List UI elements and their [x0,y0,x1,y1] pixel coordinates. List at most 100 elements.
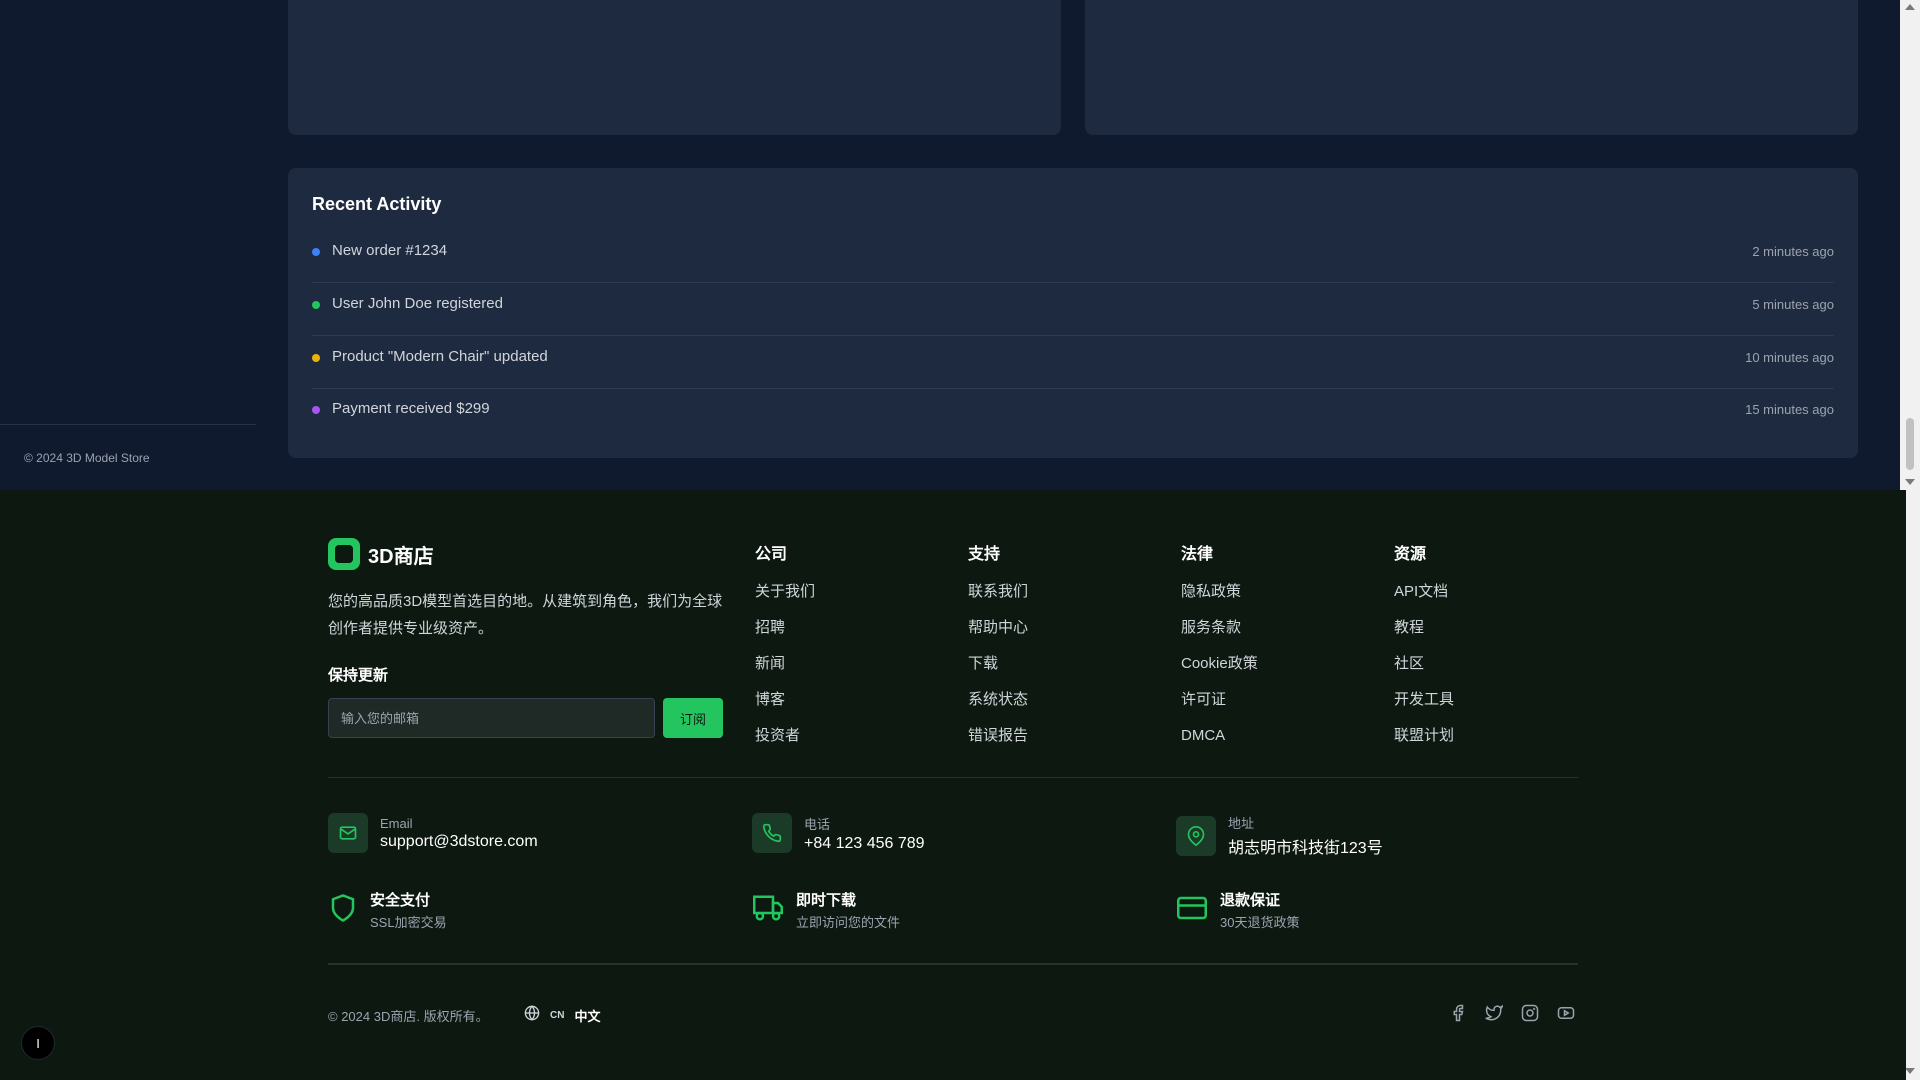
footer-divider [328,777,1578,778]
footer-link[interactable]: 联盟计划 [1394,726,1454,762]
footer-link[interactable]: 新闻 [755,654,815,690]
activity-time: 5 minutes ago [1752,297,1834,312]
footer-brand[interactable]: 3D商店 [328,538,434,570]
footer-column-legal: 法律 隐私政策 服务条款 Cookie政策 许可证 DMCA [1181,540,1258,762]
language-name: 中文 [574,1009,601,1024]
feature-instant-download: 即时下载 立即访问您的文件 [752,889,900,931]
footer-link[interactable]: 博客 [755,690,815,726]
status-dot [312,406,320,414]
footer-link[interactable]: 招聘 [755,618,815,654]
footer-link[interactable]: 下载 [968,654,1028,690]
feature-refund-guarantee: 退款保证 30天退货政策 [1176,889,1299,931]
brand-description: 您的高品质3D模型首选目的地。从建筑到角色，我们为全球创作者提供专业级资产。 [328,593,723,637]
globe-icon [524,1005,540,1026]
newsletter-email-input[interactable] [328,698,655,738]
feature-title: 安全支付 [370,892,431,909]
credit-card-icon [1176,893,1208,928]
subscribe-button[interactable]: 订阅 [663,698,723,738]
footer-link[interactable]: 许可证 [1181,690,1258,726]
newsletter-title: 保持更新 [328,667,389,684]
sidebar-divider [0,424,256,425]
dashboard-area: © 2024 3D Model Store Recent Activity Ne… [0,0,1900,490]
footer-link[interactable]: 帮助中心 [968,618,1028,654]
feature-subtitle: SSL加密交易 [370,915,447,930]
contact-label: 地址 [1228,816,1255,831]
sidebar: © 2024 3D Model Store [0,0,256,490]
contact-label: Email [380,815,413,831]
activity-text: Payment received $299 [332,400,490,417]
activity-item[interactable]: Payment received $299 15 minutes ago [312,388,1834,441]
activity-item[interactable]: New order #1234 2 minutes ago [312,230,1834,283]
footer-column-company: 公司 关于我们 招聘 新闻 博客 投资者 [755,540,815,762]
footer-link[interactable]: 教程 [1394,618,1454,654]
stats-card-right [1085,0,1858,135]
activity-item[interactable]: Product "Modern Chair" updated 10 minute… [312,336,1834,389]
footer-link[interactable]: API文档 [1394,582,1454,618]
footer-link[interactable]: 服务条款 [1181,618,1258,654]
feature-subtitle: 立即访问您的文件 [796,915,901,930]
contact-value: +84 123 456 789 [804,834,925,852]
instagram-icon[interactable] [1520,1003,1540,1023]
footer-column-support: 支持 联系我们 帮助中心 下载 系统状态 错误报告 [968,540,1028,762]
status-dot [312,301,320,309]
sidebar-copyright: © 2024 3D Model Store [24,451,150,465]
scroll-down-arrow-icon[interactable] [1905,1068,1915,1074]
contact-address[interactable]: 地址 胡志明市科技街123号 [1176,813,1383,858]
site-footer: 3D商店 您的高品质3D模型首选目的地。从建筑到角色，我们为全球创作者提供专业级… [0,490,1906,1080]
footer-link[interactable]: 联系我们 [968,582,1028,618]
feature-title: 退款保证 [1220,892,1281,909]
footer-link[interactable]: DMCA [1181,726,1258,762]
shield-icon [328,892,358,929]
scroll-thumb[interactable] [1906,418,1914,470]
scroll-up-arrow-icon[interactable] [1905,4,1915,10]
map-pin-icon [1176,815,1216,856]
activity-time: 15 minutes ago [1745,402,1834,417]
mail-icon [328,813,368,853]
footer-link[interactable]: 错误报告 [968,726,1028,762]
language-code: CN [550,1010,565,1021]
footer-link[interactable]: 关于我们 [755,582,815,618]
facebook-icon[interactable] [1448,1003,1468,1023]
contact-label: 电话 [804,816,831,832]
recent-activity-title: Recent Activity [312,194,442,214]
youtube-icon[interactable] [1556,1003,1576,1023]
footer-link[interactable]: 开发工具 [1394,690,1454,726]
feature-title: 即时下载 [796,892,857,909]
footer-link[interactable]: 系统状态 [968,690,1028,726]
feature-secure-payment: 安全支付 SSL加密交易 [328,889,447,931]
truck-icon [752,893,784,928]
contact-value: 胡志明市科技街123号 [1228,840,1383,857]
footer-link[interactable]: Cookie政策 [1181,654,1258,690]
brand-name: 3D商店 [368,545,434,568]
language-selector[interactable]: CN 中文 [524,1005,600,1026]
activity-text: Product "Modern Chair" updated [332,348,548,365]
footer-copyright: © 2024 3D商店. 版权所有。 [328,1009,489,1024]
activity-item[interactable]: User John Doe registered 5 minutes ago [312,283,1834,336]
scroll-down-arrow-icon[interactable] [1905,479,1915,485]
column-title: 法律 [1181,546,1214,563]
feature-subtitle: 30天退货政策 [1220,915,1300,930]
footer-link[interactable]: 社区 [1394,654,1454,690]
twitter-icon[interactable] [1484,1003,1504,1023]
status-dot [312,354,320,362]
brand-logo-icon [328,538,360,570]
phone-icon [752,813,792,853]
footer-link[interactable]: 隐私政策 [1181,582,1258,618]
column-title: 公司 [755,546,788,563]
stats-card-left [288,0,1061,135]
footer-link[interactable]: 投资者 [755,726,815,762]
contact-phone[interactable]: 电话 +84 123 456 789 [752,813,925,853]
activity-text: User John Doe registered [332,295,503,312]
recent-activity-card: Recent Activity New order #1234 2 minute… [288,168,1858,458]
social-links [1448,1003,1576,1023]
column-title: 资源 [1394,546,1427,563]
activity-text: New order #1234 [332,242,448,259]
floating-info-button[interactable]: I [21,1026,55,1060]
contact-value: support@3dstore.com [380,832,538,850]
footer-divider [328,963,1578,965]
footer-column-resources: 资源 API文档 教程 社区 开发工具 联盟计划 [1394,540,1454,762]
contact-email[interactable]: Email support@3dstore.com [328,813,538,853]
status-dot [312,248,320,256]
activity-time: 2 minutes ago [1752,244,1834,259]
column-title: 支持 [968,546,1001,563]
